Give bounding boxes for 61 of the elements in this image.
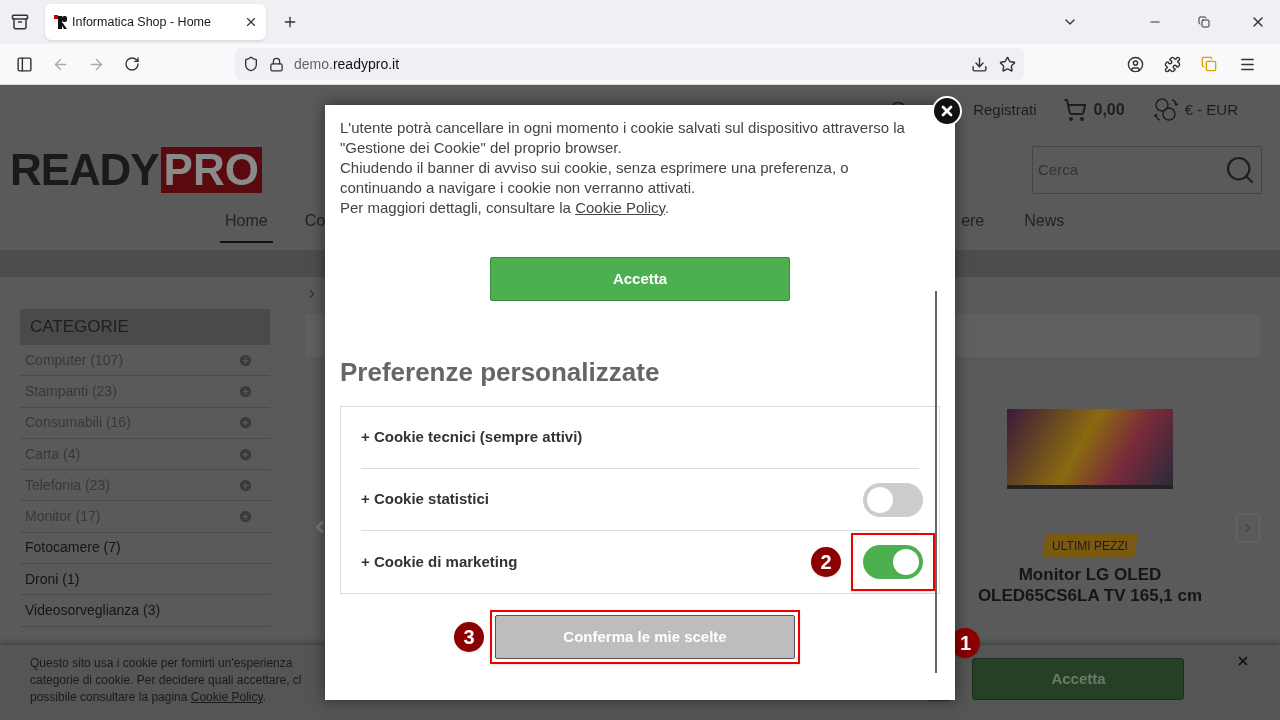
dialog-paragraph: Per maggiori dettagli, consultare la Cookie Policy. <box>340 198 671 218</box>
tab-list-icon[interactable] <box>11 13 29 31</box>
download-icon[interactable] <box>971 55 988 73</box>
bookmark-star-icon[interactable] <box>999 55 1016 73</box>
new-tab-icon[interactable] <box>282 14 298 30</box>
expand-icon[interactable] <box>238 415 253 431</box>
toggle-switch[interactable] <box>863 545 923 579</box>
expand-icon[interactable] <box>238 509 253 525</box>
accept-button[interactable]: Accetta <box>972 658 1185 700</box>
close-tab-icon[interactable] <box>244 15 258 29</box>
product-badge: ULTIMI PEZZI <box>1042 534 1138 558</box>
banner-text-line: possibile consultare la pagina Cookie Policy. <box>30 689 267 706</box>
site-logo[interactable]: READYPRO <box>10 147 262 193</box>
restore-icon[interactable] <box>1198 16 1210 28</box>
preferences-heading: Preferenze personalizzate <box>340 356 661 389</box>
accept-button[interactable]: Accetta <box>490 257 790 301</box>
toggle-switch[interactable] <box>863 482 923 517</box>
currency-selector[interactable]: € - EUR <box>1184 98 1238 122</box>
shield-icon[interactable] <box>243 56 259 72</box>
site-favicon <box>53 14 69 30</box>
category-item[interactable]: Fotocamere (7) <box>20 532 270 565</box>
cart-icon[interactable] <box>1062 98 1087 122</box>
banner-text-line: categorie di cookie. Per decidere quali accettare, cl <box>30 672 302 689</box>
expand-icon[interactable] <box>238 383 253 399</box>
tab-title: Informatica Shop - Home <box>72 13 211 31</box>
address-field[interactable]: demo.readypro.it <box>235 48 1024 80</box>
expand-icon[interactable] <box>238 477 253 493</box>
expand-icon[interactable] <box>238 446 253 462</box>
preference-label[interactable]: + Cookie di marketing <box>361 550 518 574</box>
step-number-badge: 3 <box>454 622 484 652</box>
extensions-icon[interactable] <box>1164 55 1181 73</box>
register-link[interactable]: Registrati <box>973 98 1037 122</box>
expand-icon[interactable] <box>238 352 253 368</box>
nav-link[interactable]: ere <box>956 209 990 241</box>
account-icon[interactable] <box>1127 55 1144 73</box>
cookie-policy-link[interactable]: Cookie Policy <box>575 199 665 216</box>
dialog-paragraph: Chiudendo il banner di avviso sui cookie, senza esprimere una preferenza, o continuando a navigare i cookie non verranno attivati. <box>340 158 850 198</box>
close-button[interactable] <box>932 96 962 126</box>
dialog-paragraph: L'utente potrà cancellare in ogni momento i cookie salvati sul dispositivo attraverso la "Gestione dei Cookie" del proprio browser. <box>340 118 906 158</box>
search-icon[interactable] <box>1224 154 1256 186</box>
product-photo[interactable] <box>1007 409 1173 489</box>
browser-tab[interactable]: Informatica Shop - Home <box>45 4 266 40</box>
preference-label[interactable]: + Cookie statistici <box>361 488 489 511</box>
nav-link[interactable]: Home <box>220 209 273 243</box>
extension-icon[interactable] <box>1201 56 1217 72</box>
lock-icon[interactable] <box>269 56 284 72</box>
close-icon <box>939 103 955 119</box>
confirm-button[interactable]: Conferma le mie scelte <box>495 615 795 659</box>
step-number-badge: 2 <box>811 547 841 577</box>
currency-exchange-icon[interactable] <box>1152 97 1179 123</box>
scrollbar[interactable] <box>935 291 937 673</box>
category-item[interactable]: Videosorveglianza (3) <box>20 595 270 627</box>
url-text: demo.readypro.it <box>294 54 400 74</box>
sidebar-icon[interactable] <box>16 55 33 73</box>
product-title[interactable]: Monitor LG OLED OLED65CS6LA TV 165,1 cm <box>970 564 1210 606</box>
cart-total: 0,00 <box>1093 100 1125 120</box>
preference-label[interactable]: + Cookie tecnici (sempre attivi) <box>361 426 583 449</box>
reload-icon[interactable] <box>124 56 140 72</box>
cookie-policy-link[interactable]: Cookie Policy <box>190 690 263 704</box>
nav-link[interactable]: News <box>1019 209 1070 241</box>
category-item[interactable]: Droni (1) <box>20 564 270 596</box>
